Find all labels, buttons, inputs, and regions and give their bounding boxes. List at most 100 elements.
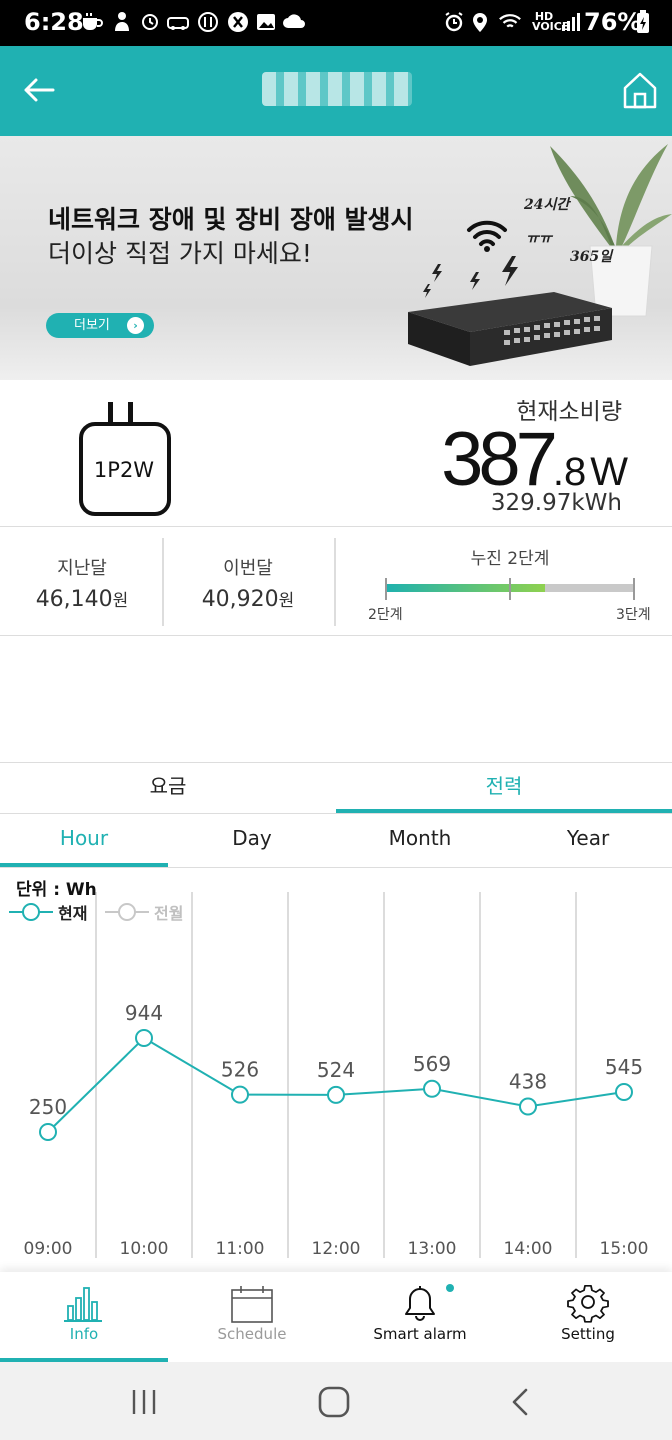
x-tick-label: 14:00 [504, 1239, 553, 1259]
location-icon [468, 10, 492, 34]
tier-tick [509, 578, 511, 600]
status-time: 6:28 [24, 8, 84, 36]
network-switch-illustration [404, 286, 616, 376]
divider [334, 538, 336, 626]
image-icon [254, 10, 278, 34]
this-month-label: 이번달 [223, 558, 273, 579]
battery-icon [636, 10, 650, 34]
system-nav-bar [0, 1362, 672, 1440]
legend-current[interactable]: 현재 [8, 900, 87, 924]
tab-month[interactable]: Month [336, 816, 504, 867]
battery-percent: 76% [584, 8, 642, 36]
this-month-value: 40,920 [201, 587, 279, 612]
nav-setting-label: Setting [561, 1325, 615, 1343]
period-tabs: Hour Day Month Year [0, 816, 672, 868]
arrow-left-icon [24, 78, 55, 102]
last-month-value-row: 46,140원 [0, 586, 164, 612]
data-point [135, 1029, 153, 1047]
chart-canvas: 250 09:00 944 10:00 526 11:00 524 12:00 569 13:00… [24, 892, 649, 1259]
plug-type-label: 1P2W [93, 458, 155, 482]
nav-info[interactable]: Info [0, 1272, 168, 1362]
this-month-cost: 이번달 40,920원 [166, 538, 330, 626]
back-button[interactable] [20, 70, 60, 110]
nav-smart-alarm-label: Smart alarm [373, 1325, 467, 1343]
legend-current-label: 현재 [58, 904, 88, 923]
x-tick-label: 15:00 [600, 1239, 649, 1259]
energy-total: 329.97kWh [490, 490, 622, 516]
home-circle-icon[interactable] [312, 1380, 356, 1424]
tier-min-label: 2단계 [368, 607, 403, 623]
power-unit: W [590, 450, 628, 494]
back-chevron-icon[interactable] [500, 1380, 544, 1424]
calendar-icon [231, 1286, 273, 1323]
power-chart[interactable]: 250 09:00 944 10:00 526 11:00 524 12:00 569 13:00… [0, 868, 672, 1272]
tab-year[interactable]: Year [504, 816, 672, 867]
x-tick-label: 09:00 [24, 1239, 73, 1259]
data-point [39, 1123, 57, 1141]
last-month-value: 46,140 [35, 587, 113, 612]
watch-icon [138, 10, 162, 34]
nav-schedule[interactable]: Schedule [168, 1272, 336, 1362]
data-point [231, 1085, 249, 1104]
status-bar: 6:28 HD VOICE 76% [0, 0, 672, 46]
tab-day[interactable]: Day [168, 816, 336, 867]
divider [162, 538, 164, 626]
home-icon [623, 72, 657, 109]
data-point [423, 1079, 441, 1098]
hand-icon [110, 10, 134, 34]
nav-schedule-label: Schedule [217, 1325, 287, 1343]
alarm-icon [442, 10, 466, 34]
recent-apps-icon[interactable] [122, 1380, 166, 1424]
currency-label: 원 [112, 591, 129, 611]
data-label: 545 [605, 1055, 643, 1079]
bar-chart-icon [64, 1287, 102, 1322]
device-summary: 1P2W 현재소비량 387.8 W 329.97kWh [0, 380, 672, 527]
app-header [0, 46, 672, 136]
legend-current-marker [9, 903, 53, 921]
home-button[interactable] [620, 70, 660, 110]
data-point [327, 1085, 345, 1104]
legend-previous-marker [105, 903, 149, 921]
nav-smart-alarm[interactable]: Smart alarm [336, 1272, 504, 1362]
power-decimal: .8 [552, 450, 587, 494]
data-point [615, 1083, 633, 1102]
banner-more-label: 더보기 [74, 318, 110, 333]
last-month-cost: 지난달 46,140원 [0, 538, 164, 626]
this-month-value-row: 40,920원 [166, 586, 330, 612]
banner-subtitle: 더이상 직접 가지 마세요! [48, 239, 312, 268]
data-label: 250 [29, 1095, 67, 1119]
x-tick-label: 11:00 [216, 1239, 265, 1259]
nav-setting[interactable]: Setting [504, 1272, 672, 1362]
tier-title: 누진 2단계 [470, 549, 550, 569]
tab-hour[interactable]: Hour [0, 816, 168, 867]
wifi-art-icon [467, 220, 507, 252]
x-tick-label: 10:00 [120, 1239, 169, 1259]
cost-summary: 지난달 46,140원 이번달 40,920원 누진 2단계 2단계 3단계 [0, 528, 672, 636]
banner-art-text: ㅠㅠ [526, 231, 552, 247]
banner-art-text: 365일 [570, 249, 613, 265]
data-point [519, 1097, 537, 1116]
bell-icon [405, 1286, 435, 1321]
banner-art-text: 24시간 [524, 197, 570, 213]
notification-dot [446, 1284, 454, 1292]
x-icon [226, 10, 250, 34]
banner-title: 네트워크 장애 및 장비 장애 발생시 [48, 205, 414, 234]
hd-voice-label: HD VOICE [532, 10, 570, 33]
tier-tick [633, 578, 635, 600]
data-label: 438 [509, 1070, 547, 1094]
promo-banner[interactable]: 네트워크 장애 및 장비 장애 발생시 더이상 직접 가지 마세요! 더보기 ›… [0, 136, 672, 380]
data-label: 569 [413, 1052, 451, 1076]
chart-unit-label: 단위 : Wh [16, 880, 97, 900]
nav-info-label: Info [69, 1325, 99, 1343]
data-label: 524 [317, 1058, 355, 1082]
tab-power[interactable]: 전력 [336, 763, 672, 813]
tier-max-label: 3단계 [616, 607, 651, 623]
x-tick-label: 13:00 [408, 1239, 457, 1259]
chat-icon [196, 10, 220, 34]
data-label: 526 [221, 1058, 259, 1082]
legend-previous[interactable]: 전월 [104, 900, 183, 924]
banner-more-button[interactable]: 더보기 › [46, 313, 154, 338]
tab-cost[interactable]: 요금 [0, 763, 336, 813]
data-label: 944 [125, 1001, 163, 1025]
tier-tick [385, 578, 387, 600]
